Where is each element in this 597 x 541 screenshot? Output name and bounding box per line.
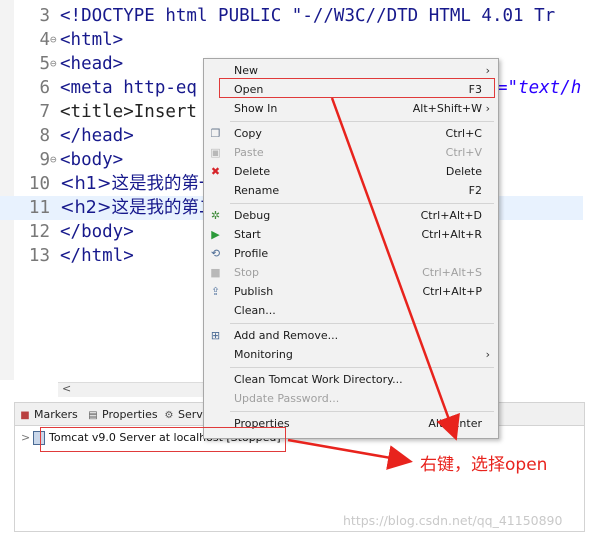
arrow-to-server xyxy=(287,438,413,470)
annotation-label: 右键，选择open xyxy=(420,455,548,475)
watermark: https://blog.csdn.net/qq_41150890 xyxy=(343,513,563,528)
arrow-from-open xyxy=(330,97,460,441)
